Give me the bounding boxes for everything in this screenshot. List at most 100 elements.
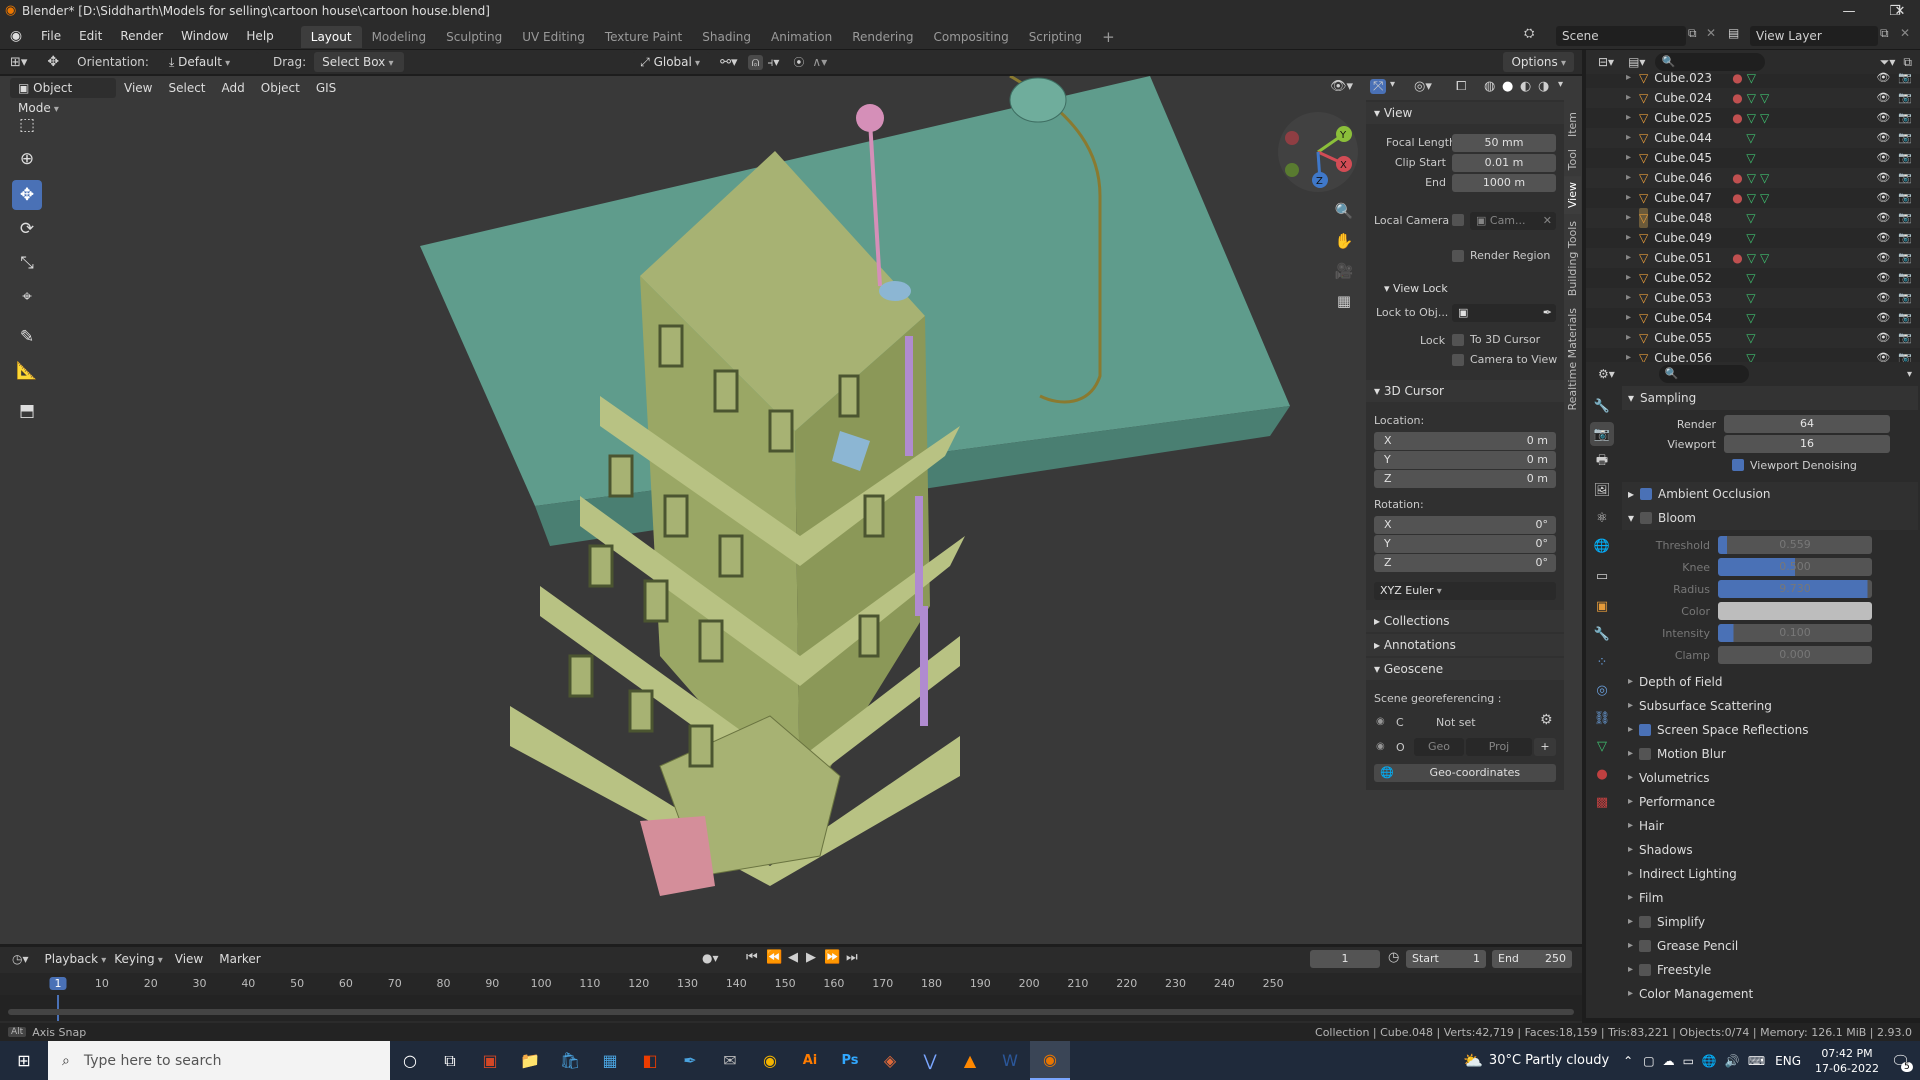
render-toggle-icon[interactable]: 📷 xyxy=(1898,68,1912,88)
expand-arrow-icon[interactable]: ▸ xyxy=(1626,88,1631,108)
outliner-item-name[interactable]: Cube.056 xyxy=(1654,348,1732,362)
npanel-tab-view[interactable]: View xyxy=(1564,176,1581,215)
outliner-item[interactable]: ▸ ▽ Cube.025 ● ▽ ▽ 👁 📷 xyxy=(1586,108,1920,128)
ortho-grid-icon[interactable]: ▦ xyxy=(1332,286,1356,316)
section-screen-space-reflections[interactable]: ▸ Screen Space Reflections xyxy=(1622,718,1918,742)
keying-menu[interactable]: Keying xyxy=(110,945,167,973)
cortana-icon[interactable]: ○ xyxy=(390,1041,430,1080)
section-color-management[interactable]: ▸ Color Management xyxy=(1622,982,1918,1006)
volume-icon[interactable]: 🔊 xyxy=(1725,1054,1740,1068)
visibility-toggle-icon[interactable]: 👁 xyxy=(1876,148,1890,168)
tool-tab-icon[interactable]: 🔧 xyxy=(1590,394,1614,418)
outliner-item-name[interactable]: Cube.024 xyxy=(1654,88,1732,108)
visibility-toggle-icon[interactable]: 👁 xyxy=(1876,288,1890,308)
section-depth-of-field[interactable]: ▸ Depth of Field xyxy=(1622,670,1918,694)
npanel-tab-tool[interactable]: Tool xyxy=(1564,143,1581,176)
outliner-item[interactable]: ▸ ▽ Cube.049 ▽ 👁 📷 xyxy=(1586,228,1920,248)
menu-window[interactable]: Window xyxy=(172,22,237,50)
npanel-tab-item[interactable]: Item xyxy=(1564,106,1581,143)
outliner-item[interactable]: ▸ ▽ Cube.052 ▽ 👁 📷 xyxy=(1586,268,1920,288)
current-frame-field[interactable]: 1 xyxy=(1310,950,1380,968)
workspace-tab-texture-paint[interactable]: Texture Paint xyxy=(595,26,692,48)
render-region-checkbox[interactable] xyxy=(1452,250,1464,262)
expand-arrow-icon[interactable]: ▸ xyxy=(1626,188,1631,208)
mail-icon[interactable]: ✉ xyxy=(710,1041,750,1080)
taskbar-search-box[interactable]: ⌕ Type here to search xyxy=(48,1041,390,1080)
physics-tab-icon[interactable]: ◎ xyxy=(1590,678,1614,702)
scene-selector[interactable]: Scene xyxy=(1556,26,1686,46)
render-toggle-icon[interactable]: 📷 xyxy=(1898,308,1912,328)
outliner-item-name[interactable]: Cube.025 xyxy=(1654,108,1732,128)
clip-end-field[interactable]: 1000 m xyxy=(1452,174,1556,192)
outliner-item-name[interactable]: Cube.054 xyxy=(1654,308,1732,328)
language-indicator[interactable]: ENG xyxy=(1775,1054,1801,1068)
expand-arrow-icon[interactable]: ▸ xyxy=(1626,128,1631,148)
calculator-icon[interactable]: ▦ xyxy=(590,1041,630,1080)
constraints-tab-icon[interactable]: ⛓ xyxy=(1590,706,1614,730)
office-icon[interactable]: ◧ xyxy=(630,1041,670,1080)
keyboard-icon[interactable]: ⌨ xyxy=(1748,1054,1765,1068)
section-indirect-lighting[interactable]: ▸ Indirect Lighting xyxy=(1622,862,1918,886)
network-icon[interactable]: 🌐 xyxy=(1702,1054,1717,1068)
properties-options-icon[interactable]: ▾ xyxy=(1907,369,1912,380)
object-tab-icon[interactable]: ▣ xyxy=(1590,594,1614,618)
illustrator-icon[interactable]: Ai xyxy=(790,1041,830,1080)
npanel-tab-realtime-materials[interactable]: Realtime Materials xyxy=(1564,302,1581,416)
expand-arrow-icon[interactable]: ▸ xyxy=(1626,348,1631,362)
bloom-radius-field[interactable]: 9.730 xyxy=(1718,580,1872,598)
bloom-knee-field[interactable]: 0.500 xyxy=(1718,558,1872,576)
camera-view-icon[interactable]: 🎥 xyxy=(1332,256,1356,286)
sketchup-icon[interactable]: ◈ xyxy=(870,1041,910,1080)
outliner-item[interactable]: ▸ ▽ Cube.053 ▽ 👁 📷 xyxy=(1586,288,1920,308)
render-toggle-icon[interactable]: 📷 xyxy=(1898,348,1912,362)
visibility-toggle-icon[interactable]: 👁 xyxy=(1876,248,1890,268)
chrome-icon[interactable]: ◉ xyxy=(750,1041,790,1080)
viewport-denoising-checkbox[interactable] xyxy=(1732,459,1744,471)
file-explorer-icon[interactable]: 📁 xyxy=(510,1041,550,1080)
section-freestyle[interactable]: ▸ Freestyle xyxy=(1622,958,1918,982)
outliner-item[interactable]: ▸ ▽ Cube.023 ● ▽ 👁 📷 xyxy=(1586,68,1920,88)
render-toggle-icon[interactable]: 📷 xyxy=(1898,248,1912,268)
expand-arrow-icon[interactable]: ▸ xyxy=(1626,168,1631,188)
drag-dropdown[interactable]: Select Box xyxy=(314,52,405,72)
vscode-icon[interactable]: ⋁ xyxy=(910,1041,950,1080)
menu-help[interactable]: Help xyxy=(237,22,282,50)
outliner-item[interactable]: ▸ ▽ Cube.048 ▽ 👁 📷 xyxy=(1586,208,1920,228)
sampling-header[interactable]: ▾ Sampling xyxy=(1622,386,1918,410)
timeline-view-menu[interactable]: View xyxy=(167,945,211,973)
material-tab-icon[interactable]: ● xyxy=(1590,762,1614,786)
pivot-point-icon[interactable]: ⚯▾ xyxy=(720,55,737,70)
display-mode-icon[interactable]: ▤▾ xyxy=(1628,55,1645,69)
visibility-toggle-icon[interactable]: 👁 xyxy=(1876,308,1890,328)
view-layer-icon[interactable]: ▤ xyxy=(1728,26,1739,40)
section-volumetrics[interactable]: ▸ Volumetrics xyxy=(1622,766,1918,790)
frame-ruler[interactable]: 1 10 20 30 40 50 60 70 80 90 100 110 120 130 140 150 160… xyxy=(0,973,1582,995)
visibility-toggle-icon[interactable]: 👁 xyxy=(1876,168,1890,188)
blender-taskbar-icon[interactable]: ◉ xyxy=(1030,1041,1070,1080)
render-toggle-icon[interactable]: 📷 xyxy=(1898,88,1912,108)
cursor-rotation-y[interactable]: Y 0° xyxy=(1374,535,1556,553)
bloom-threshold-field[interactable]: 0.559 xyxy=(1718,536,1872,554)
word-icon[interactable]: W xyxy=(990,1041,1030,1080)
section-simplify[interactable]: ▸ Simplify xyxy=(1622,910,1918,934)
battery-icon[interactable]: ▭ xyxy=(1683,1054,1694,1068)
section-checkbox[interactable] xyxy=(1639,916,1652,928)
workspace-tab-modeling[interactable]: Modeling xyxy=(362,26,437,48)
proportional-falloff-icon[interactable]: ∧▾ xyxy=(812,55,827,69)
section-checkbox[interactable] xyxy=(1639,748,1652,760)
add-workspace-icon[interactable]: + xyxy=(1092,26,1125,48)
cursor-location-x[interactable]: X 0 m xyxy=(1374,432,1556,450)
pan-hand-icon[interactable]: ✋ xyxy=(1332,226,1356,256)
outliner-item[interactable]: ▸ ▽ Cube.024 ● ▽ ▽ 👁 📷 xyxy=(1586,88,1920,108)
outliner-editor-icon[interactable]: ⊟▾ xyxy=(1598,55,1614,69)
cursor-tool-icon[interactable]: ⊕ xyxy=(12,144,42,174)
expand-arrow-icon[interactable]: ▸ xyxy=(1626,108,1631,128)
section-motion-blur[interactable]: ▸ Motion Blur xyxy=(1622,742,1918,766)
rotation-mode-dropdown[interactable]: XYZ Euler xyxy=(1374,582,1556,600)
play-reverse-icon[interactable]: ◀ xyxy=(788,950,798,965)
render-toggle-icon[interactable]: 📷 xyxy=(1898,108,1912,128)
section-subsurface-scattering[interactable]: ▸ Subsurface Scattering xyxy=(1622,694,1918,718)
snap-target-icon[interactable]: ⫞▾ xyxy=(767,55,779,70)
menu-edit[interactable]: Edit xyxy=(70,22,111,50)
select-box-tool-icon[interactable]: ⬚ xyxy=(12,110,42,140)
